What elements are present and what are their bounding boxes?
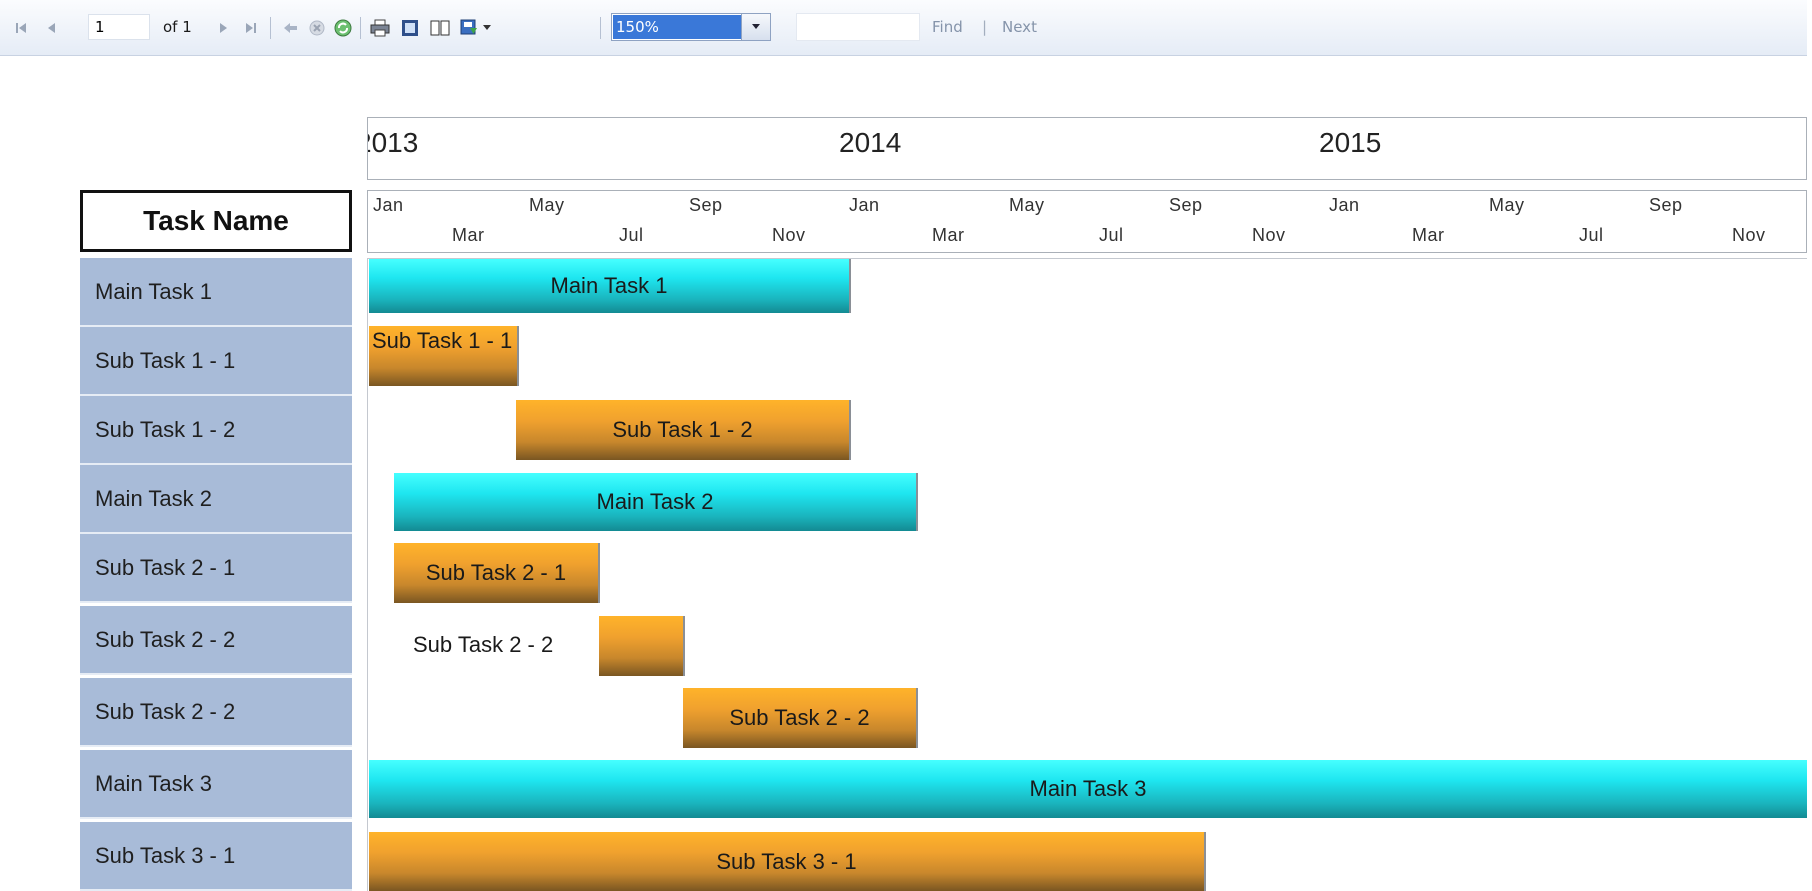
task-row: Main Task 2: [80, 465, 352, 534]
refresh-icon[interactable]: [332, 0, 354, 55]
last-page-icon[interactable]: [240, 0, 262, 55]
task-row: Sub Task 2 - 2: [80, 606, 352, 675]
month-label: Nov: [1252, 225, 1286, 245]
page-setup-icon[interactable]: [428, 0, 452, 55]
chevron-down-icon: [752, 24, 760, 29]
task-row: Main Task 1: [80, 258, 352, 327]
month-label: Sep: [1649, 195, 1683, 215]
gantt-bar-label: Sub Task 2 - 1: [425, 560, 567, 585]
year-label: 2013: [368, 127, 419, 158]
page-count-label: of 1: [163, 18, 192, 36]
zoom-value: 150%: [613, 15, 741, 39]
gantt-bar-label: Main Task 3: [1029, 776, 1147, 801]
report-toolbar: of 1 150% Find | Next: [0, 0, 1812, 56]
month-label: Mar: [932, 225, 965, 245]
gantt-bar-main[interactable]: Main Task 2: [394, 473, 918, 531]
year-header: 2013 2014 2015: [367, 117, 1807, 180]
month-label: Jul: [1579, 225, 1604, 245]
task-row: Sub Task 2 - 1: [80, 534, 352, 603]
month-label: Sep: [689, 195, 723, 215]
month-label: Jan: [373, 195, 404, 215]
gantt-bar-label: Main Task 2: [596, 489, 714, 514]
gantt-bar-sub[interactable]: [599, 616, 685, 676]
gantt-bar-sub[interactable]: Sub Task 2 - 2: [683, 688, 918, 748]
month-label: May: [529, 195, 565, 215]
gantt-bar-label: Sub Task 1 - 1: [372, 328, 513, 353]
previous-page-icon[interactable]: [40, 0, 62, 55]
gantt-bar-main[interactable]: Main Task 1: [369, 259, 851, 313]
gantt-bar-label: Sub Task 1 - 2: [612, 417, 753, 442]
print-layout-icon[interactable]: [398, 0, 422, 55]
task-row: Sub Task 1 - 1: [80, 327, 352, 396]
month-label: Jul: [1099, 225, 1124, 245]
gantt-bar-sub[interactable]: Sub Task 1 - 1: [369, 326, 519, 386]
year-label: 2015: [1319, 127, 1382, 158]
task-row: Sub Task 1 - 2: [80, 396, 352, 465]
toolbar-separator: [600, 17, 601, 39]
gantt-bar-main[interactable]: Main Task 3: [369, 760, 1807, 818]
gantt-bar-sub[interactable]: Sub Task 1 - 2: [516, 400, 851, 460]
year-label: 2014: [839, 127, 902, 158]
page-edge: [1807, 0, 1812, 891]
gantt-bar-label: Sub Task 2 - 2: [413, 632, 554, 657]
gantt-bar-label: Sub Task 2 - 2: [729, 705, 870, 730]
find-input[interactable]: [796, 13, 920, 41]
gantt-bar-sub[interactable]: Sub Task 2 - 1: [394, 543, 600, 603]
export-icon[interactable]: [458, 0, 480, 55]
find-separator: |: [982, 18, 988, 36]
month-label: Jan: [1329, 195, 1360, 215]
page-number-input[interactable]: [88, 14, 150, 40]
month-header: Jan May Sep Jan May Sep Jan May Sep Mar …: [367, 190, 1807, 253]
month-label: Nov: [772, 225, 806, 245]
toolbar-separator: [360, 17, 361, 39]
gantt-bar-sub[interactable]: Sub Task 3 - 1: [369, 832, 1206, 891]
stop-icon[interactable]: [306, 0, 328, 55]
gantt-bar-label: Main Task 1: [550, 273, 668, 298]
month-label: Mar: [1412, 225, 1445, 245]
next-link[interactable]: Next: [1002, 0, 1037, 55]
task-row: Sub Task 3 - 1: [80, 822, 352, 891]
month-label: May: [1489, 195, 1525, 215]
dropdown-arrow-icon[interactable]: [480, 0, 494, 55]
first-page-icon[interactable]: [10, 0, 32, 55]
find-link[interactable]: Find: [932, 0, 963, 55]
month-label: Sep: [1169, 195, 1203, 215]
next-page-icon[interactable]: [214, 0, 234, 55]
month-label: Nov: [1732, 225, 1766, 245]
zoom-dropdown-button[interactable]: [741, 14, 770, 40]
zoom-select[interactable]: 150%: [611, 13, 771, 41]
month-label: Jul: [619, 225, 644, 245]
gantt-bar-label: Sub Task 3 - 1: [716, 848, 857, 874]
month-label: May: [1009, 195, 1045, 215]
task-row: Sub Task 2 - 2: [80, 678, 352, 747]
task-row: Main Task 3: [80, 750, 352, 819]
month-label: Jan: [849, 195, 880, 215]
task-name-header: Task Name: [80, 190, 352, 252]
toolbar-separator: [270, 17, 271, 39]
print-icon[interactable]: [368, 0, 392, 55]
back-icon[interactable]: [280, 0, 302, 55]
month-label: Mar: [452, 225, 485, 245]
